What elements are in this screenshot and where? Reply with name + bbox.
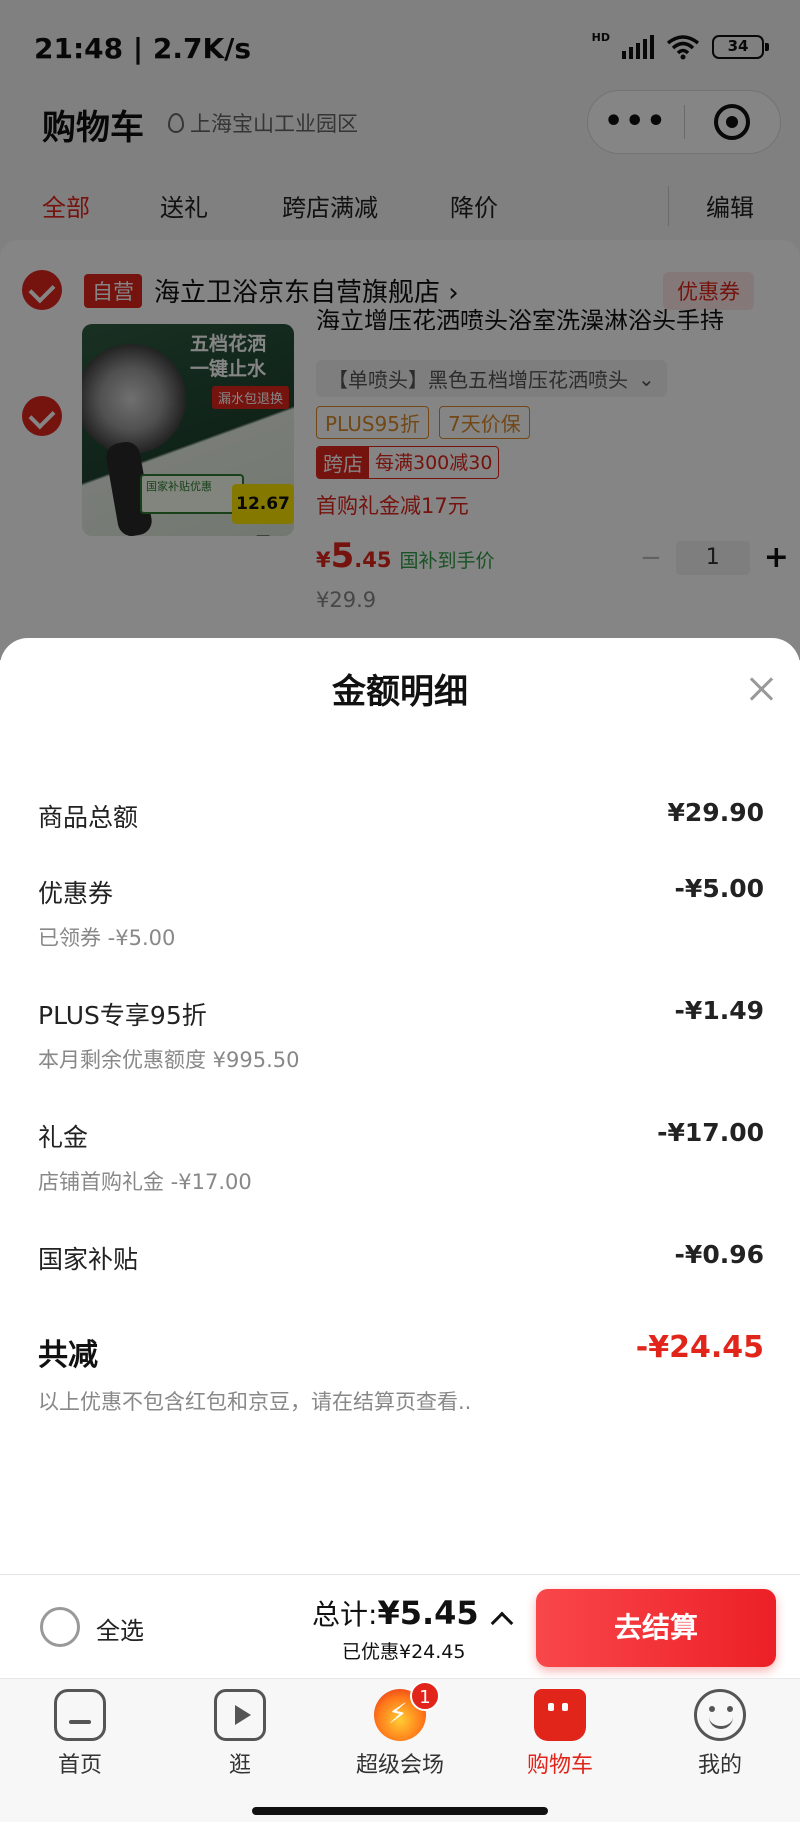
modal-backdrop[interactable] [0,0,800,660]
row-subtext: 本月剩余优惠额度 ¥995.50 [38,1048,300,1072]
tab-label: 逛 [228,1753,251,1778]
checkout-button[interactable]: 去结算 [536,1589,776,1667]
row-label: 优惠券 [38,879,114,908]
row-subtext: 已领券 -¥5.00 [38,926,176,950]
tab-super-venue[interactable]: 1 超级会场 [340,1681,460,1779]
row-label: 国家补贴 [38,1245,139,1274]
row-value: -¥0.96 [674,1240,764,1269]
select-all-label[interactable]: 全选 [96,1611,144,1646]
total-price: 总计:¥5.45 [312,1594,479,1632]
bottom-tab-bar: 首页 逛 1 超级会场 购物车 我的 [0,1678,800,1822]
chevron-up-icon[interactable] [490,1611,514,1635]
tab-browse[interactable]: 逛 [180,1689,300,1779]
home-icon [54,1689,106,1741]
tab-label: 购物车 [526,1753,593,1778]
row-value: -¥1.49 [674,996,764,1025]
total-label: 共减 [38,1338,98,1373]
row-label: PLUS专享95折 [38,1001,207,1030]
close-icon[interactable] [744,672,778,706]
row-label: 礼金 [38,1123,89,1152]
row-value: ¥29.90 [667,798,764,827]
tab-label: 我的 [697,1753,742,1778]
row-value: -¥17.00 [657,1118,764,1147]
tab-label: 首页 [57,1753,102,1778]
home-indicator [252,1807,548,1815]
tab-cart[interactable]: 购物车 [500,1689,620,1779]
tab-home[interactable]: 首页 [20,1689,140,1779]
video-icon [214,1689,266,1741]
smile-icon [694,1689,746,1741]
total-value: -¥24.45 [635,1330,764,1365]
row-label: 商品总额 [38,803,139,832]
row-subtext: 店铺首购礼金 -¥17.00 [38,1170,252,1194]
sheet-title: 金额明细 [332,672,468,712]
row-value: -¥5.00 [674,874,764,903]
notification-badge: 1 [410,1681,440,1711]
select-all-checkbox[interactable] [40,1607,80,1647]
checkout-bar: 全选 总计:¥5.45 已优惠¥24.45 去结算 [0,1574,800,1678]
amount-detail-sheet: 金额明细 商品总额 ¥29.90 优惠券 -¥5.00 已领券 -¥5.00 P… [0,638,800,1574]
fire-icon: 1 [374,1681,440,1741]
discount-note: 以上优惠不包含红包和京豆，请在结算页查看.. [38,1390,472,1414]
saved-amount: 已优惠¥24.45 [342,1641,466,1663]
cart-icon [534,1689,586,1741]
tab-me[interactable]: 我的 [660,1689,780,1779]
tab-label: 超级会场 [355,1753,444,1778]
